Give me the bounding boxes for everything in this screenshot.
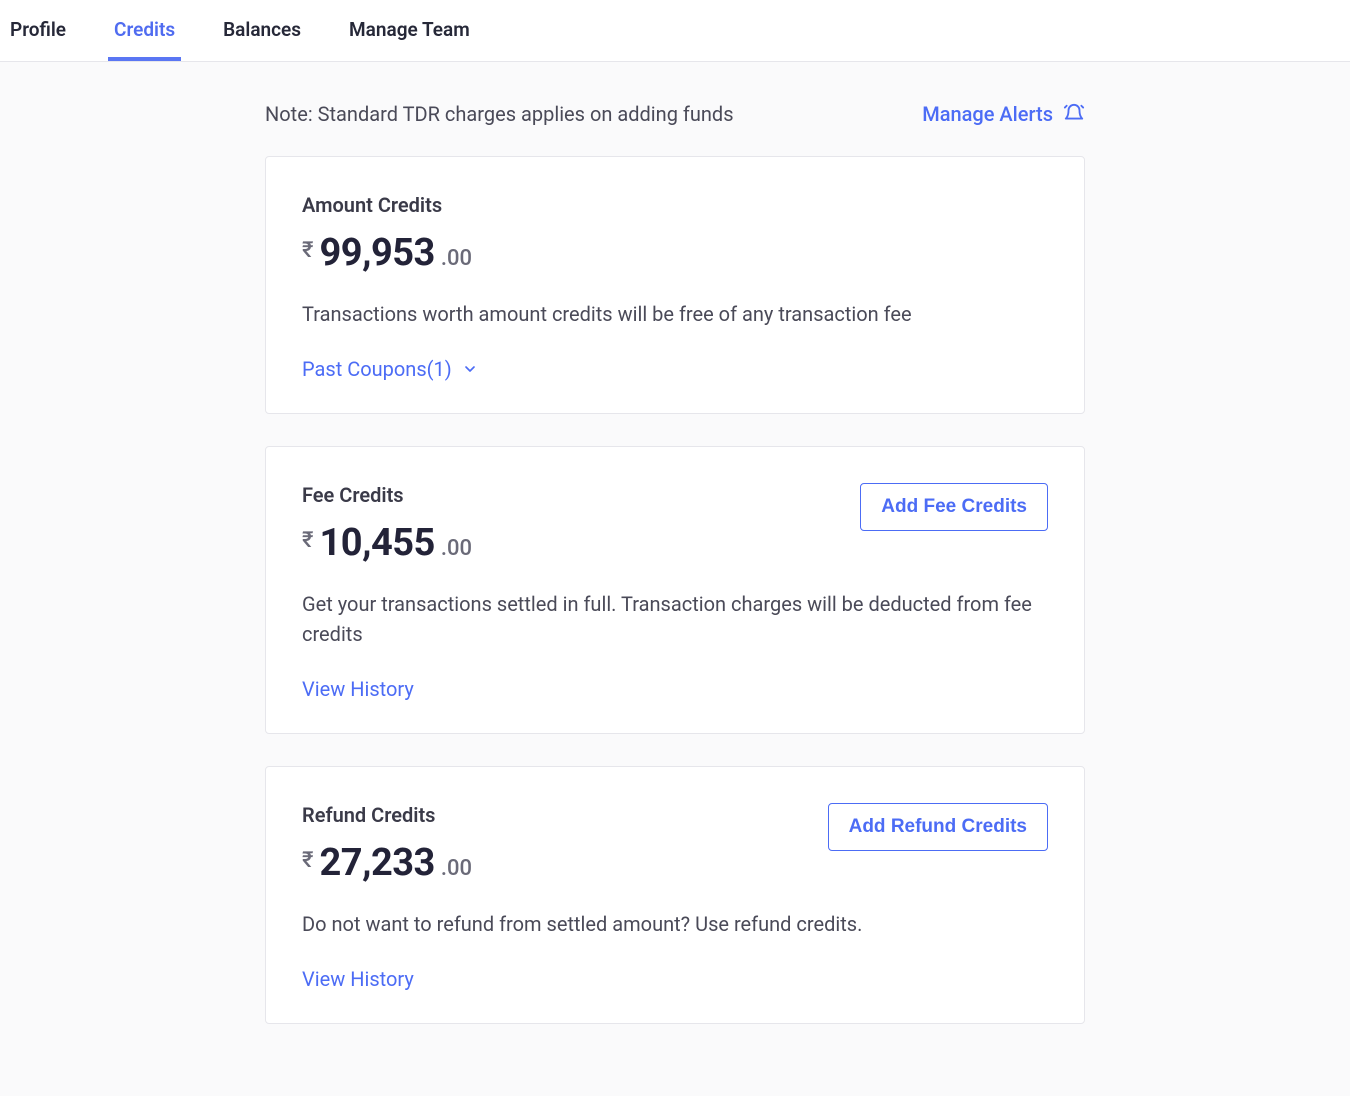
amount-credits-value-dec: .00 bbox=[441, 246, 472, 271]
tab-balances[interactable]: Balances bbox=[223, 0, 301, 61]
content-area: Note: Standard TDR charges applies on ad… bbox=[265, 62, 1085, 1096]
refund-credits-view-history-label: View History bbox=[302, 967, 414, 991]
fee-credits-amount: ₹ 10,455 .00 bbox=[302, 521, 472, 565]
amount-credits-value-main: 99,953 bbox=[319, 231, 434, 275]
tab-profile[interactable]: Profile bbox=[10, 0, 66, 61]
fee-credits-card: Fee Credits ₹ 10,455.00 Add Fee Credits … bbox=[265, 446, 1085, 734]
amount-credits-card: Amount Credits ₹ 99,953 .00 Transactions … bbox=[265, 156, 1085, 414]
amount-credits-amount: ₹ 99,953 .00 bbox=[302, 231, 1048, 275]
refund-credits-description: Do not want to refund from settled amoun… bbox=[302, 909, 1048, 939]
refund-credits-amount: ₹ 27,233 .00 bbox=[302, 841, 472, 885]
refund-credits-view-history-link[interactable]: View History bbox=[302, 967, 414, 991]
fee-credits-value-main: 10,455 bbox=[319, 521, 434, 565]
refund-credits-card: Refund Credits ₹ 27,233 .00 Add Refund Cr… bbox=[265, 766, 1085, 1024]
past-coupons-link[interactable]: Past Coupons(1) bbox=[302, 357, 478, 381]
past-coupons-label: Past Coupons(1) bbox=[302, 357, 452, 381]
fee-credits-view-history-link[interactable]: View History bbox=[302, 677, 414, 701]
rupee-icon: ₹ bbox=[302, 528, 313, 553]
rupee-icon: ₹ bbox=[302, 848, 313, 873]
tabs-bar: Profile Credits Balances Manage Team bbox=[0, 0, 1350, 62]
rupee-icon: ₹ bbox=[302, 238, 313, 263]
fee-credits-view-history-label: View History bbox=[302, 677, 414, 701]
chevron-down-icon bbox=[462, 361, 478, 377]
refund-credits-title: Refund Credits bbox=[302, 803, 472, 827]
add-fee-credits-button[interactable]: Add Fee Credits bbox=[860, 483, 1048, 531]
manage-alerts-label: Manage Alerts bbox=[922, 102, 1053, 126]
manage-alerts-link[interactable]: Manage Alerts bbox=[922, 102, 1085, 126]
amount-credits-description: Transactions worth amount credits will b… bbox=[302, 299, 1048, 329]
fee-credits-title: Fee Credits bbox=[302, 483, 472, 507]
amount-credits-title: Amount Credits bbox=[302, 193, 1048, 217]
bell-icon bbox=[1063, 103, 1085, 125]
refund-credits-value-main: 27,233 bbox=[319, 841, 434, 885]
tab-manage-team[interactable]: Manage Team bbox=[349, 0, 470, 61]
refund-credits-value-dec: .00 bbox=[441, 856, 472, 881]
fee-credits-value-dec: .00 bbox=[441, 536, 472, 561]
fee-credits-description: Get your transactions settled in full. T… bbox=[302, 589, 1048, 649]
tab-credits[interactable]: Credits bbox=[114, 0, 175, 61]
note-row: Note: Standard TDR charges applies on ad… bbox=[265, 102, 1085, 126]
note-text: Note: Standard TDR charges applies on ad… bbox=[265, 102, 734, 126]
add-refund-credits-button[interactable]: Add Refund Credits bbox=[828, 803, 1048, 851]
